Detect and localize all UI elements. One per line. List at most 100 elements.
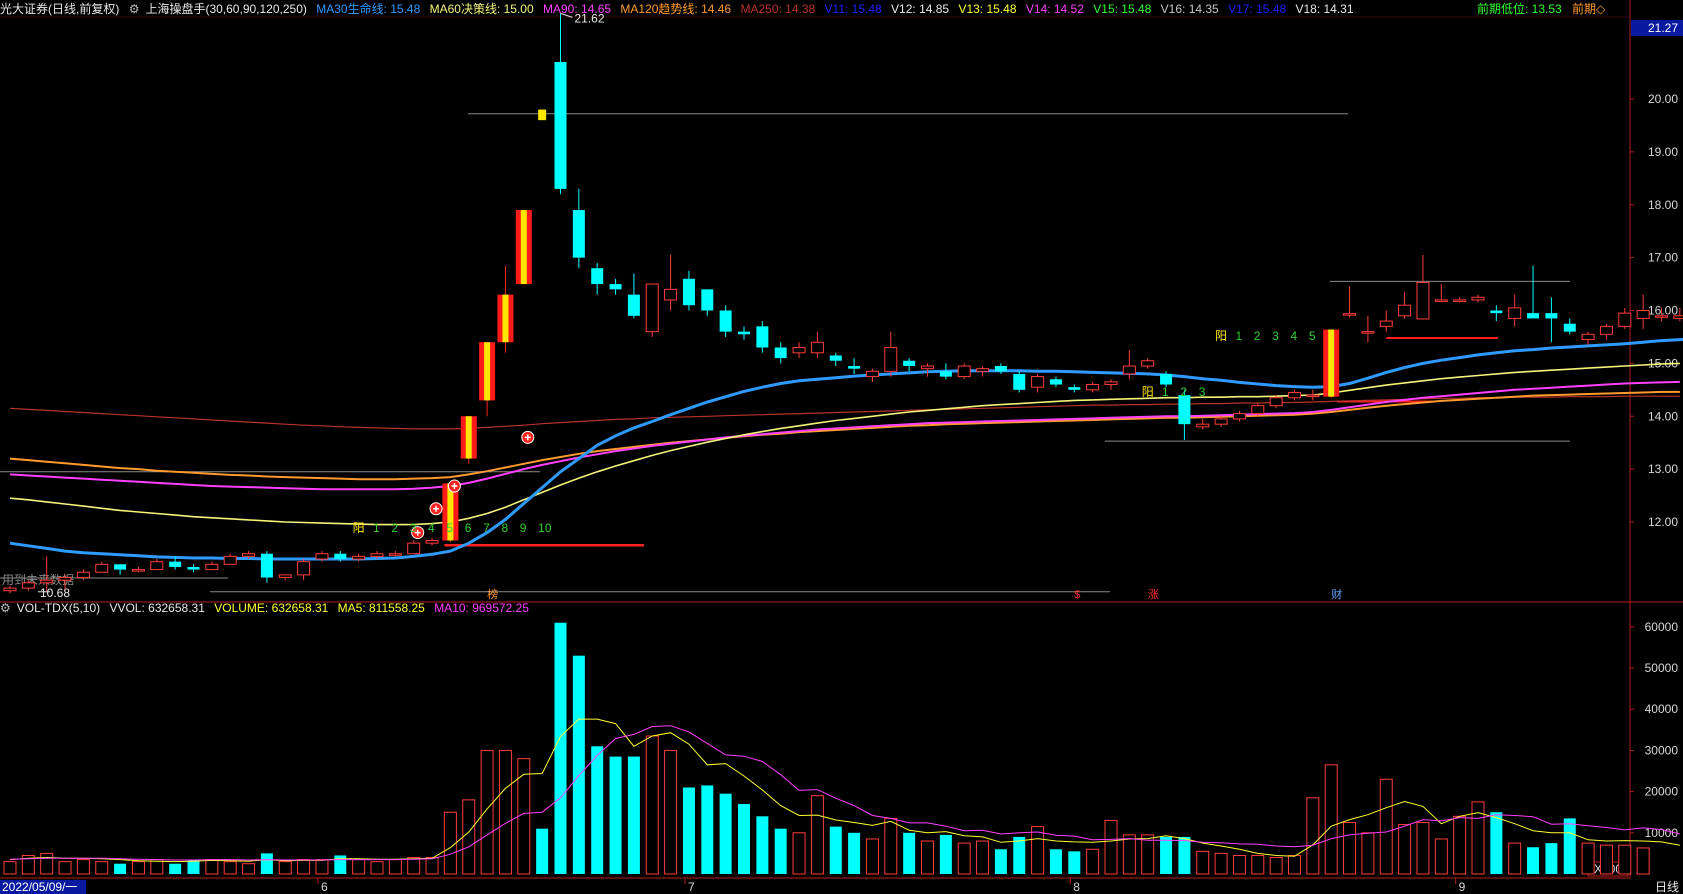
volume-bar <box>664 749 678 875</box>
count-label: 8 <box>501 521 508 535</box>
volume-bar <box>536 828 549 874</box>
price-tick-label: 17.00 <box>1648 251 1678 265</box>
limit-up-candle-core <box>465 416 472 459</box>
volume-bar <box>1636 847 1650 875</box>
volume-tick-label: 20000 <box>1645 785 1679 799</box>
yang-marker: 阳 <box>353 521 365 535</box>
count-label: 6 <box>465 521 472 535</box>
candle-body <box>242 553 256 557</box>
candle-body <box>1453 299 1467 302</box>
count-label: 7 <box>483 521 490 535</box>
candle-body <box>1104 381 1118 386</box>
candle-body <box>774 347 787 359</box>
volume-bar <box>1232 854 1246 875</box>
candle-body <box>627 294 640 316</box>
candle-body <box>1581 333 1595 341</box>
volume-bar <box>1599 844 1613 875</box>
volume-settings-icon[interactable]: ⚙ <box>0 601 11 615</box>
volume-bar <box>205 859 219 875</box>
volume-bar <box>848 832 861 874</box>
candle-body <box>40 579 54 584</box>
yang-marker: 阳 <box>1215 329 1227 343</box>
candle-body <box>114 564 127 570</box>
count-label: 1 <box>1162 385 1169 399</box>
volume-bar <box>462 799 476 875</box>
count-label: 3 <box>1272 329 1279 343</box>
prev-low-label: 前期低位: 13.53 <box>1477 2 1562 16</box>
volume-bar <box>1343 822 1357 875</box>
volume-bar <box>1306 797 1320 875</box>
volume-bar <box>334 855 347 874</box>
volume-bar <box>1379 778 1393 875</box>
candle-body <box>884 347 898 372</box>
candle-body <box>645 283 659 333</box>
volume-bar <box>388 859 402 875</box>
candle-body <box>58 577 72 581</box>
volume-bar <box>1288 854 1301 875</box>
kline-chart-canvas[interactable]: 20.0019.0018.0017.0016.0015.0014.0013.00… <box>0 0 1683 894</box>
candle-body <box>719 310 732 332</box>
price-panel-header: 光大证券(日线,前复权) ⚙ 上海操盘手(30,60,90,120,250) MA… <box>0 0 1360 16</box>
candle-body <box>957 365 971 378</box>
candle-body <box>1288 391 1301 399</box>
volume-tick-label: 60000 <box>1645 620 1679 634</box>
ma120-label: MA120趋势线: 14.46 <box>620 2 732 16</box>
vol-indicator-name[interactable]: VOL-TDX(5,10) <box>17 601 100 615</box>
candle-body <box>1160 373 1173 385</box>
count-label: 5 <box>446 521 453 535</box>
count-label: 10 <box>538 521 552 535</box>
stock-name[interactable]: 光大证券 <box>0 2 48 16</box>
event-marker-cai: 财 <box>1331 587 1342 601</box>
candle-body <box>976 368 990 372</box>
volume-bar <box>407 857 421 875</box>
volume-bar <box>1251 854 1265 875</box>
low-price-label: 10.68 <box>40 586 70 600</box>
v11-label: V11: 15.48 <box>824 2 882 16</box>
volume-bar <box>719 793 732 874</box>
volume-bar <box>169 863 182 874</box>
volume-bar <box>1031 826 1045 875</box>
event-marker-zhang: 涨 <box>1148 588 1159 601</box>
volume-bar <box>957 842 971 875</box>
month-label: 7 <box>688 880 695 894</box>
current-price-label: 21.27 <box>1648 21 1678 35</box>
volume-bar <box>609 756 622 874</box>
volume-tick-label: 40000 <box>1645 702 1679 716</box>
candle-body <box>1361 331 1375 334</box>
candle-body <box>187 566 200 570</box>
volume-bar <box>756 816 769 874</box>
ma120-line <box>9 390 1680 481</box>
candle-body <box>1563 323 1576 332</box>
period-switch-button: 日线 <box>1655 880 1679 894</box>
volume-panel-header: ⚙ VOL-TDX(5,10) VVOL: 632658.31 VOLUME: 6… <box>0 601 535 615</box>
ma250-label: MA250: 14.38 <box>740 2 816 16</box>
candle-body <box>1527 313 1540 319</box>
candle-body <box>1214 418 1228 425</box>
volume-bar <box>315 859 329 875</box>
candle-body <box>1545 313 1558 319</box>
volume-bar <box>682 787 695 874</box>
indicator-settings-icon[interactable]: ⚙ <box>129 2 140 16</box>
v18-label: V18: 14.31 <box>1295 2 1354 16</box>
candle-body <box>370 553 384 557</box>
candle-body <box>1306 394 1320 398</box>
candle-body <box>1599 325 1613 335</box>
candle-body <box>1398 304 1412 317</box>
indicator-formula[interactable]: 上海操盘手(30,60,90,120,250) <box>145 2 306 16</box>
candle-body <box>848 366 861 369</box>
volume-bar <box>1122 834 1136 875</box>
candle-body <box>388 553 402 556</box>
candle-body <box>1673 315 1683 319</box>
volume-bar <box>554 622 567 874</box>
candle-body <box>150 561 164 571</box>
candle-body <box>538 109 547 121</box>
candle-body <box>1379 320 1393 327</box>
volume-bar <box>95 861 109 875</box>
candle-body <box>425 540 439 544</box>
price-tick-label: 19.00 <box>1648 145 1678 159</box>
volume-bar <box>994 849 1007 874</box>
volume-bar <box>131 861 145 875</box>
candle-body <box>1049 379 1062 385</box>
limit-up-candle-core <box>520 210 527 285</box>
candle-body <box>223 555 237 565</box>
